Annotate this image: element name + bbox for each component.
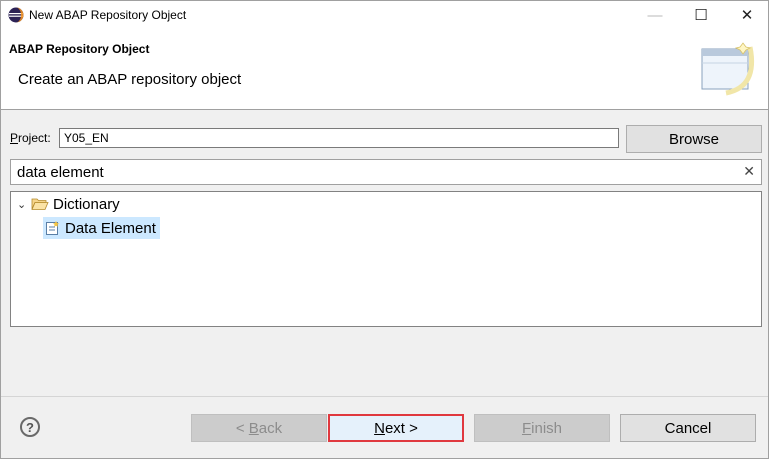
- chevron-down-icon[interactable]: ⌄: [17, 198, 29, 211]
- tree-label-dictionary: Dictionary: [53, 195, 120, 213]
- browse-button[interactable]: Browse: [626, 125, 762, 153]
- eclipse-app-icon: [8, 7, 24, 23]
- back-button[interactable]: < Back: [191, 414, 327, 442]
- project-label: Project:: [10, 131, 51, 145]
- project-field[interactable]: [59, 128, 619, 148]
- dialog-window: New ABAP Repository Object — ☐ ✕ ABAP Re…: [0, 0, 769, 459]
- data-element-icon: [46, 221, 59, 235]
- tree-item-dictionary[interactable]: ⌄ Dictionary: [17, 193, 120, 215]
- close-button[interactable]: ✕: [724, 1, 769, 29]
- minimize-button[interactable]: —: [632, 1, 678, 29]
- filter-input-text: data element: [17, 164, 104, 181]
- maximize-button[interactable]: ☐: [678, 1, 724, 29]
- title-bar: New ABAP Repository Object — ☐ ✕: [1, 1, 768, 29]
- cancel-button[interactable]: Cancel: [620, 414, 756, 442]
- next-button[interactable]: Next >: [328, 414, 464, 442]
- clear-filter-icon[interactable]: ✕: [743, 163, 755, 180]
- banner-message: Create an ABAP repository object: [18, 71, 242, 88]
- tree-item-data-element[interactable]: Data Element: [43, 217, 160, 239]
- filter-field[interactable]: data element ✕: [10, 159, 762, 185]
- wizard-banner-icon: [701, 42, 755, 96]
- finish-button[interactable]: Finish: [474, 414, 610, 442]
- wizard-banner: ABAP Repository Object Create an ABAP re…: [1, 29, 768, 110]
- tree-label-data-element: Data Element: [65, 219, 156, 237]
- button-bar-separator: [1, 396, 768, 397]
- folder-open-icon: [31, 198, 49, 210]
- banner-title: ABAP Repository Object: [9, 42, 150, 56]
- help-icon[interactable]: ?: [20, 417, 40, 437]
- object-type-tree[interactable]: ⌄ Dictionary Data Element: [10, 191, 762, 327]
- window-title: New ABAP Repository Object: [29, 8, 187, 22]
